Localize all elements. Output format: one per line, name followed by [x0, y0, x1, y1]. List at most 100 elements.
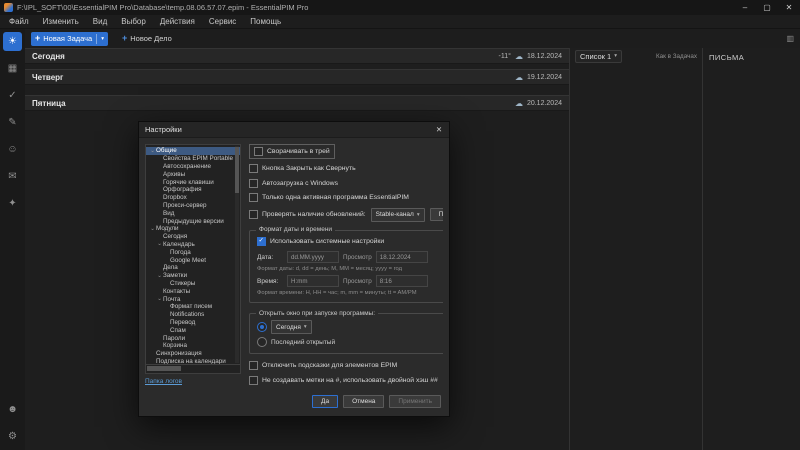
preview-label: Просмотр: [343, 278, 372, 285]
rail-mail-button[interactable]: ✉: [3, 167, 22, 186]
startup-last-opened-radio[interactable]: [257, 337, 267, 347]
rail-user-button[interactable]: ☻: [3, 400, 22, 419]
maximize-button[interactable]: ▢: [756, 0, 778, 15]
scrollbar-thumb[interactable]: [235, 147, 239, 193]
checkbox-box[interactable]: [257, 237, 266, 246]
tree-item-calendar-subscriptions[interactable]: Подписка на календари: [146, 358, 240, 365]
rail-today-button[interactable]: ☀: [3, 32, 22, 51]
menu-item-actions[interactable]: Действия: [153, 17, 202, 26]
expander-icon[interactable]: ⌄: [149, 148, 156, 154]
startup-module-radio[interactable]: [257, 322, 267, 332]
tree-vertical-scrollbar[interactable]: [235, 146, 239, 363]
minimize-to-tray-checkbox[interactable]: Сворачивать в трей: [249, 144, 335, 159]
as-tasks-label[interactable]: Как в Задачах: [656, 53, 697, 60]
autostart-checkbox[interactable]: Автозагрузка с Windows: [249, 179, 443, 188]
checkbox-box[interactable]: [249, 179, 258, 188]
mail-panel-title: ПИСЬМА: [703, 48, 800, 67]
rail-notes-button[interactable]: ✎: [3, 113, 22, 132]
day-row-today[interactable]: Сегодня -11° ☁ 18.12.2024: [25, 48, 569, 64]
tree-item-trash[interactable]: Корзина: [146, 342, 240, 350]
checkbox-box[interactable]: [249, 361, 258, 370]
tree-item-dropbox[interactable]: Dropbox: [146, 194, 240, 202]
tree-item-tasks[interactable]: Дела: [146, 264, 240, 272]
tree-item-modules[interactable]: ⌄Модули: [146, 225, 240, 233]
tree-item-weather[interactable]: Погода: [146, 248, 240, 256]
new-todo-button[interactable]: + Новое Дело: [118, 32, 176, 46]
todo-list-select[interactable]: Список 1 ▾: [575, 50, 622, 63]
expander-icon[interactable]: ⌄: [156, 273, 163, 279]
tree-item-view[interactable]: Вид: [146, 209, 240, 217]
expander-icon[interactable]: ⌄: [156, 296, 163, 302]
rail-passwords-button[interactable]: ✦: [3, 194, 22, 213]
close-button[interactable]: ✕: [778, 0, 800, 15]
chevron-down-icon[interactable]: ▾: [101, 36, 104, 42]
tree-item-mail-format[interactable]: Формат писем: [146, 303, 240, 311]
tree-item-stickers[interactable]: Стикеры: [146, 280, 240, 288]
expander-icon[interactable]: ⌄: [156, 241, 163, 247]
expander-icon[interactable]: ⌄: [149, 226, 156, 232]
dialog-titlebar[interactable]: Настройки ✕: [139, 122, 449, 138]
tree-item-translation[interactable]: Перевод: [146, 319, 240, 327]
menu-item-file[interactable]: Файл: [2, 17, 36, 26]
dialog-close-button[interactable]: ✕: [429, 122, 449, 137]
tree-item-spam[interactable]: Спам: [146, 326, 240, 334]
day-date: 19.12.2024: [527, 74, 562, 81]
checkbox-box[interactable]: [249, 164, 258, 173]
tree-item-sync[interactable]: Синхронизация: [146, 350, 240, 358]
tree-item-notifications[interactable]: Notifications: [146, 311, 240, 319]
date-preview-field: 18.12.2024: [376, 251, 428, 263]
tree-item-hotkeys[interactable]: Горячие клавиши: [146, 178, 240, 186]
close-as-minimize-checkbox[interactable]: Кнопка Закрыть как Свернуть: [249, 164, 443, 173]
single-instance-checkbox[interactable]: Только одна активная программа Essential…: [249, 193, 443, 202]
rail-settings-button[interactable]: ⚙: [3, 427, 22, 446]
menu-item-select[interactable]: Выбор: [114, 17, 153, 26]
day-date: 18.12.2024: [527, 53, 562, 60]
time-format-input[interactable]: H:mm: [287, 275, 339, 287]
checkbox-box[interactable]: [249, 193, 258, 202]
use-system-settings-checkbox[interactable]: Использовать системные настройки: [257, 237, 443, 246]
disable-hints-checkbox[interactable]: Отключить подсказки для элементов EPIM: [249, 361, 443, 370]
apply-button[interactable]: Применить: [389, 395, 441, 408]
checkbox-box[interactable]: [249, 210, 258, 219]
tree-item-google-meet[interactable]: Google Meet: [146, 256, 240, 264]
checkbox-box[interactable]: [254, 147, 263, 156]
menu-item-help[interactable]: Помощь: [243, 17, 288, 26]
day-body-thursday[interactable]: [25, 85, 569, 95]
tree-horizontal-scrollbar[interactable]: [145, 365, 241, 374]
rail-tasks-button[interactable]: ✓: [3, 86, 22, 105]
check-now-button[interactable]: Проверить: [430, 208, 443, 221]
hashtag-checkbox[interactable]: Не создавать метки на #, использовать дв…: [249, 376, 443, 385]
tree-item-spelling[interactable]: Орфография: [146, 186, 240, 194]
minimize-button[interactable]: –: [734, 0, 756, 15]
menu-item-tools[interactable]: Сервис: [202, 17, 243, 26]
tree-item-archives[interactable]: Архивы: [146, 170, 240, 178]
date-format-input[interactable]: dd.MM.yyyy: [287, 251, 339, 263]
menu-item-view[interactable]: Вид: [86, 17, 114, 26]
tree-item-proxy[interactable]: Прокси-сервер: [146, 202, 240, 210]
ok-button[interactable]: Да: [312, 395, 338, 408]
tree-item-general[interactable]: ⌄Общие: [146, 147, 240, 155]
day-row-thursday[interactable]: Четверг ☁ 19.12.2024: [25, 69, 569, 85]
tree-item-previous-versions[interactable]: Предыдущие версии: [146, 217, 240, 225]
tree-item-passwords[interactable]: Пароли: [146, 334, 240, 342]
update-channel-select[interactable]: Stable-канал ▾: [371, 208, 425, 222]
scrollbar-thumb[interactable]: [147, 366, 181, 371]
check-updates-checkbox[interactable]: Проверять наличие обновлений:: [249, 210, 366, 219]
tree-item-contacts[interactable]: Контакты: [146, 287, 240, 295]
cancel-button[interactable]: Отмена: [343, 395, 384, 408]
rail-calendar-button[interactable]: ▦: [3, 59, 22, 78]
startup-module-select[interactable]: Сегодня ▾: [271, 320, 312, 334]
rail-contacts-button[interactable]: ☺: [3, 140, 22, 159]
tree-item-epim-portable[interactable]: Свойства EPIM Portable: [146, 155, 240, 163]
panel-toggle-icon[interactable]: ▥: [786, 34, 794, 43]
tree-item-today[interactable]: Сегодня: [146, 233, 240, 241]
tree-item-autosave[interactable]: Автосохранение: [146, 163, 240, 171]
logs-folder-link[interactable]: Папка логов: [145, 378, 241, 385]
tree-item-mail[interactable]: ⌄Почта: [146, 295, 240, 303]
tree-item-notes[interactable]: ⌄Заметки: [146, 272, 240, 280]
day-row-friday[interactable]: Пятница ☁ 20.12.2024: [25, 95, 569, 111]
checkbox-box[interactable]: [249, 376, 258, 385]
new-task-button[interactable]: + Новая Задача ▾: [31, 32, 108, 46]
tree-item-calendar[interactable]: ⌄Календарь: [146, 241, 240, 249]
menu-item-edit[interactable]: Изменить: [36, 17, 86, 26]
